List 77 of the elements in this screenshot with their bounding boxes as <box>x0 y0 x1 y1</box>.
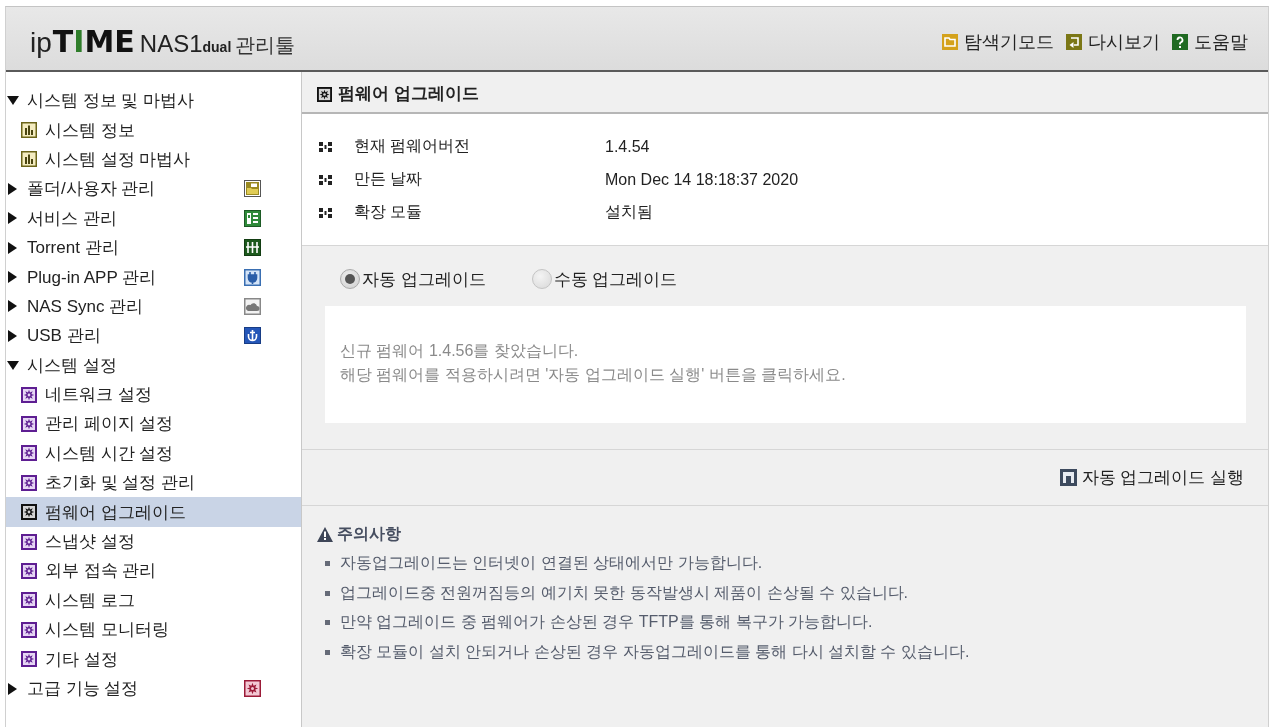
field-label: 확장 모듈 <box>354 202 424 222</box>
message-text: 신규 펌웨어 1.4.56를 찾았습니다. <box>340 341 580 361</box>
gear-icon <box>244 680 261 697</box>
bullet-icon <box>325 649 330 655</box>
bar-chart-icon <box>21 151 37 168</box>
gear-icon <box>21 533 37 550</box>
notice-text: 자동업그레이드는 인터넷이 연결된 상태에서만 가능합니다. <box>340 553 763 574</box>
app-title: 관리툴 <box>235 33 296 58</box>
field-value: 1.4.54 <box>605 137 650 156</box>
gear-icon <box>21 416 37 432</box>
squares-icon <box>319 207 332 218</box>
header-link[interactable]: 다시보기 <box>1066 29 1160 54</box>
gear-icon <box>21 562 37 579</box>
field-label: 만든 날짜 <box>354 169 424 189</box>
message-text: 해당 펌웨어를 적용하시려면 '자동 업그레이드 실행' 버튼을 클릭하세요. <box>340 365 847 385</box>
tree-item[interactable]: 기타 설정 <box>6 644 301 674</box>
header-link[interactable]: 도움말 <box>1172 29 1248 54</box>
squares-icon <box>319 174 332 185</box>
gear-icon <box>21 504 37 521</box>
tree-item[interactable]: 폴더/사용자 관리 <box>6 174 301 204</box>
tree-item[interactable]: 네트워크 설정 <box>6 379 301 410</box>
tree-item[interactable]: Plug-in APP 관리 <box>6 262 301 292</box>
run-upgrade-button[interactable]: 자동 업그레이드 실행 <box>1057 464 1246 491</box>
grid-icon <box>244 239 261 257</box>
folder-icon <box>244 180 261 198</box>
header-link[interactable]: 탐색기모드 <box>942 29 1054 54</box>
tree-item[interactable]: USB 관리 <box>6 321 301 351</box>
list-icon <box>244 209 261 227</box>
cloud-icon <box>244 297 261 315</box>
radio-button[interactable] <box>340 269 360 289</box>
bullet-icon <box>325 620 330 626</box>
tree-item[interactable]: 펌웨어 업그레이드 <box>6 497 301 527</box>
plug-icon <box>244 268 261 286</box>
tree-item[interactable]: 초기화 및 설정 관리 <box>6 468 301 498</box>
warning-icon <box>317 526 333 542</box>
bar-chart-icon <box>21 122 37 139</box>
gear-icon <box>317 87 332 102</box>
brand-logo: ipTIME <box>30 24 135 59</box>
notice-text: 확장 모듈이 설치 안되거나 손상된 경우 자동업그레이드를 통해 다시 설치할 수 있습니다. <box>340 641 970 662</box>
gear-icon <box>21 651 37 668</box>
field-value: Mon Dec 14 18:18:37 2020 <box>605 170 799 189</box>
framed-square-icon <box>1059 469 1077 486</box>
folder-icon <box>942 33 958 50</box>
anchor-icon <box>244 327 261 345</box>
product-name: NAS1dual <box>139 30 232 58</box>
page-title: 펌웨어 업그레이드 <box>338 83 479 105</box>
gear-icon <box>21 621 37 638</box>
notice-text: 업그레이드중 전원꺼짐등의 예기치 못한 동작발생시 제품이 손상될 수 있습니다. <box>340 582 908 603</box>
gear-icon <box>21 445 37 462</box>
bullet-icon <box>325 561 330 567</box>
tree-item[interactable]: 시스템 설정 <box>6 350 301 380</box>
gear-icon <box>21 592 37 609</box>
tree-item[interactable]: 시스템 정보 및 마법사 <box>6 86 301 116</box>
tree-item[interactable]: 관리 페이지 설정 <box>6 409 301 439</box>
squares-icon <box>319 141 332 152</box>
radio-button[interactable] <box>531 269 552 289</box>
tree-item[interactable]: 외부 접속 관리 <box>6 556 301 586</box>
gear-icon <box>21 386 37 403</box>
tree-item[interactable]: 고급 기능 설정 <box>6 673 301 704</box>
notice-title: 주의사항 <box>337 523 401 544</box>
radio-label[interactable]: 수동 업그레이드 <box>553 267 678 291</box>
tree-item[interactable]: 시스템 설정 마법사 <box>6 144 301 175</box>
tree-item[interactable]: 시스템 정보 <box>6 115 301 145</box>
gear-icon <box>21 474 37 491</box>
help-icon <box>1172 33 1188 50</box>
tree-item[interactable]: Torrent 관리 <box>6 232 301 263</box>
tree-item[interactable]: 서비스 관리 <box>6 203 301 233</box>
tree-item[interactable]: NAS Sync 관리 <box>6 291 301 322</box>
tree-item[interactable]: 시스템 모니터링 <box>6 615 301 645</box>
tree-item[interactable]: 시스템 시간 설정 <box>6 438 301 469</box>
tree-item[interactable]: 스냅샷 설정 <box>6 526 301 557</box>
notice-text: 만약 업그레이드 중 펌웨어가 손상된 경우 TFTP를 통해 복구가 가능합니다. <box>340 612 873 633</box>
radio-label[interactable]: 자동 업그레이드 <box>362 267 486 291</box>
field-label: 현재 펌웨어버전 <box>354 136 472 156</box>
bullet-icon <box>325 590 330 596</box>
field-value: 설치됨 <box>605 202 653 222</box>
tree-item[interactable]: 시스템 로그 <box>6 585 301 616</box>
